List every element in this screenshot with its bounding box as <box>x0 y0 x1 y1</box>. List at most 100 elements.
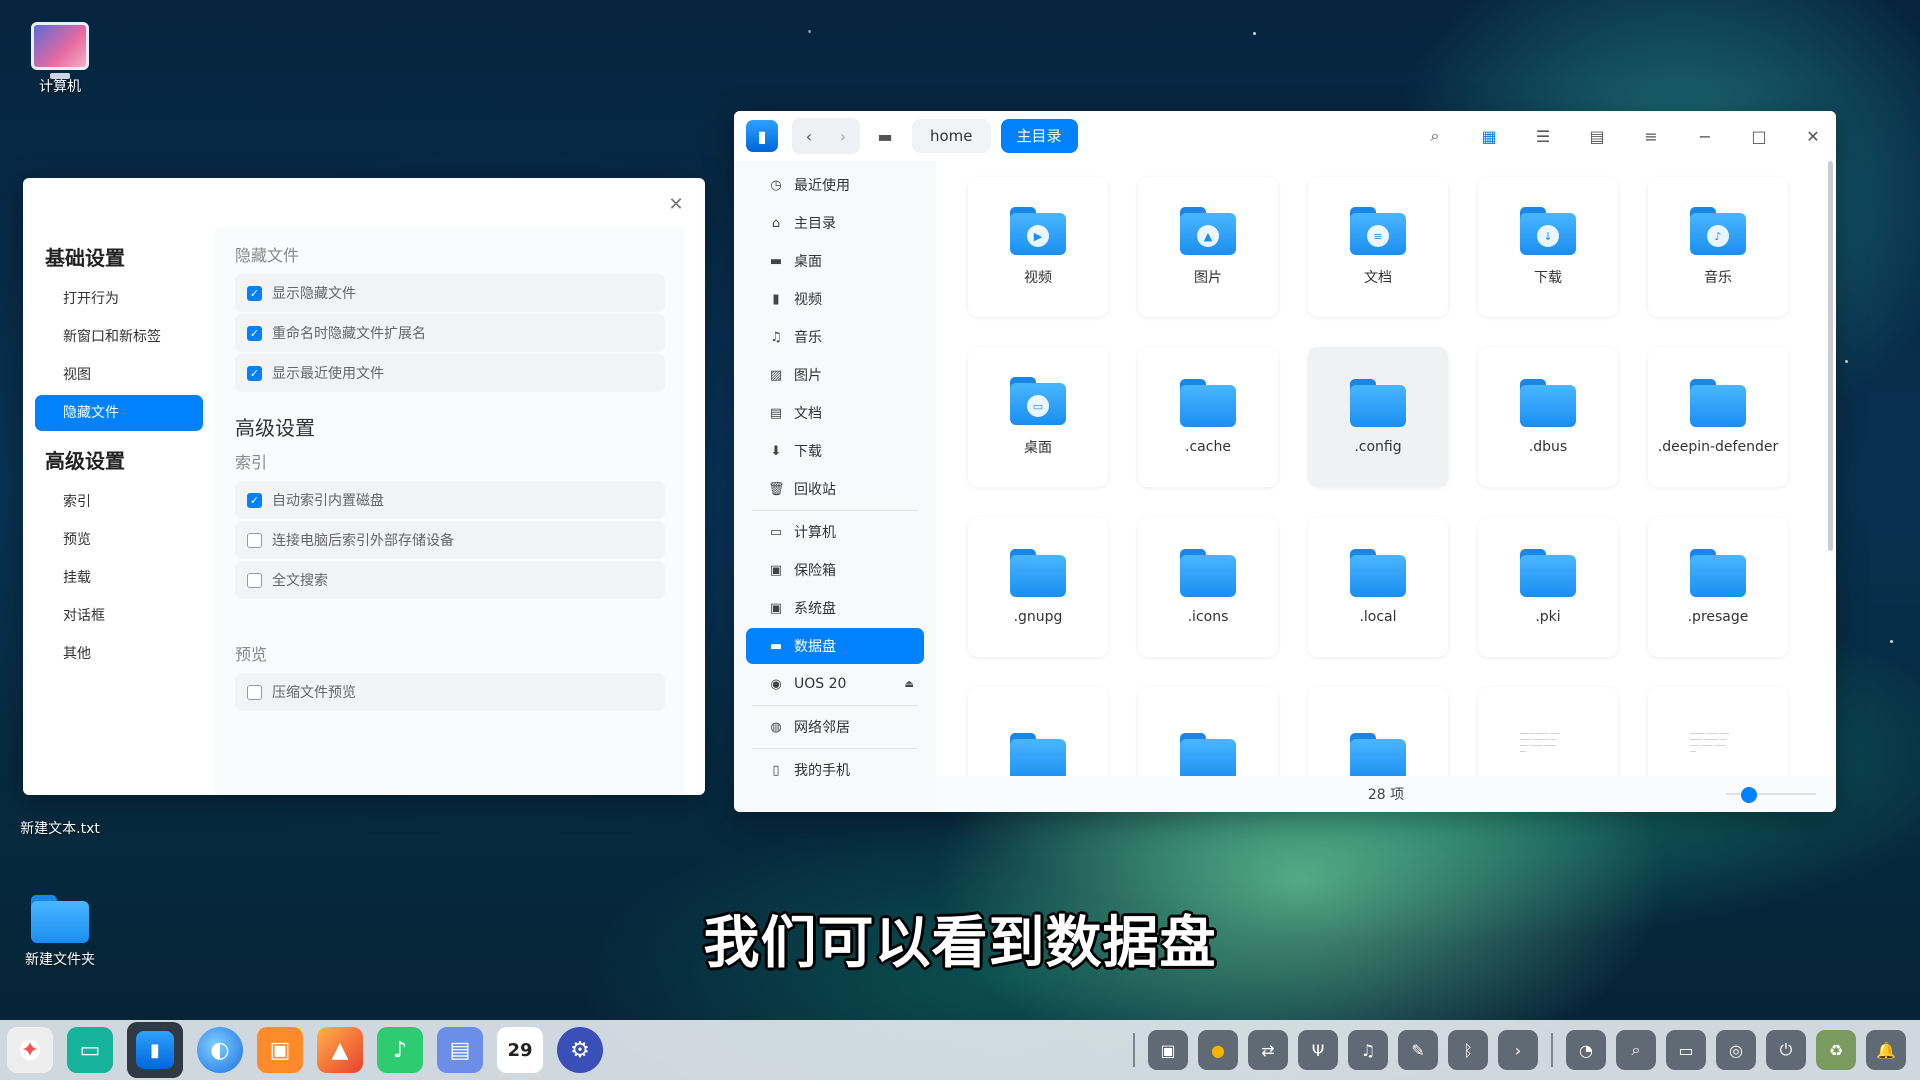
nav-item-hidden-files[interactable]: 隐藏文件 <box>35 395 203 431</box>
menu-icon[interactable]: ≡ <box>1636 121 1666 151</box>
file-item[interactable] <box>1308 687 1448 776</box>
sidebar-item[interactable]: ▣ 保险箱 <box>746 552 924 588</box>
file-item[interactable]: ▭ 桌面 <box>968 347 1108 487</box>
sidebar-item[interactable]: 🗑 回收站 <box>746 471 924 507</box>
checkbox-checked[interactable]: ✓ <box>247 365 262 381</box>
file-item[interactable]: ───── ──── ─── ──── ───── ── ─── ──── ────… <box>1478 687 1618 776</box>
nav-item-dialog[interactable]: 对话框 <box>35 598 203 634</box>
desktop-icon-computer[interactable]: 计算机 <box>0 22 120 96</box>
checkbox-checked[interactable]: ✓ <box>247 492 262 508</box>
close-icon[interactable]: ✕ <box>661 190 691 220</box>
sidebar-item[interactable]: ▨ 图片 <box>746 357 924 393</box>
multitask-icon[interactable]: ▭ <box>1666 1030 1706 1070</box>
disk-icon[interactable]: ▬ <box>870 121 900 151</box>
option-show-hidden[interactable]: ✓ 显示隐藏文件 <box>235 274 665 312</box>
search-icon[interactable]: ⌕ <box>1420 121 1450 151</box>
desktop-icon-new-text[interactable]: 新建文本.txt <box>0 812 120 838</box>
file-item[interactable] <box>968 687 1108 776</box>
maximize-icon[interactable]: □ <box>1744 121 1774 151</box>
sidebar-item[interactable]: ▣ 系统盘 <box>746 590 924 626</box>
eject-icon[interactable]: ⏏ <box>905 679 914 690</box>
nav-item-mount[interactable]: 挂载 <box>35 560 203 596</box>
forward-icon[interactable]: › <box>826 121 860 151</box>
option-index-external[interactable]: 连接电脑后索引外部存储设备 <box>235 521 665 559</box>
nav-item-other[interactable]: 其他 <box>35 636 203 672</box>
file-item[interactable]: .cache <box>1138 347 1278 487</box>
volume-icon[interactable]: ♫ <box>1348 1030 1388 1070</box>
contacts-icon[interactable]: ▤ <box>437 1027 483 1073</box>
sidebar-item[interactable]: ⌂ 主目录 <box>746 205 924 241</box>
checkbox-checked[interactable]: ✓ <box>247 325 262 341</box>
launcher-icon[interactable]: ✦ <box>7 1027 53 1073</box>
sidebar-item[interactable]: ⬇ 下载 <box>746 433 924 469</box>
file-item[interactable]: ≡ 文档 <box>1308 177 1448 317</box>
nav-item-view[interactable]: 视图 <box>35 357 203 393</box>
sidebar-item[interactable]: ▬ 数据盘 <box>746 628 924 664</box>
checkbox[interactable] <box>247 532 262 548</box>
breadcrumb-current[interactable]: 主目录 <box>1000 119 1078 153</box>
security-icon[interactable]: ● <box>1198 1030 1238 1070</box>
notification-icon[interactable]: 🔔 <box>1866 1030 1906 1070</box>
calendar-icon[interactable]: 29 <box>497 1027 543 1073</box>
checkbox[interactable] <box>247 684 262 700</box>
network-icon[interactable]: ◎ <box>1716 1030 1756 1070</box>
sidebar-item[interactable]: ◷ 最近使用 <box>746 167 924 203</box>
file-item[interactable]: .icons <box>1138 517 1278 657</box>
sidebar-item[interactable]: ♫ 音乐 <box>746 319 924 355</box>
file-item[interactable]: .deepin-defender <box>1648 347 1788 487</box>
file-item[interactable]: .dbus <box>1478 347 1618 487</box>
expand-icon[interactable]: › <box>1498 1030 1538 1070</box>
file-item[interactable]: ↓ 下载 <box>1478 177 1618 317</box>
bluetooth-icon[interactable]: ᛒ <box>1448 1030 1488 1070</box>
sidebar-item[interactable]: ◍ 网络邻居 <box>746 709 924 745</box>
list-view-icon[interactable]: ☰ <box>1528 121 1558 151</box>
detail-view-icon[interactable]: ▤ <box>1582 121 1612 151</box>
usb-icon[interactable]: Ψ <box>1298 1030 1338 1070</box>
nav-item-preview[interactable]: 预览 <box>35 522 203 558</box>
browser-icon[interactable]: ◐ <box>197 1027 243 1073</box>
file-item[interactable]: ▶ 视频 <box>968 177 1108 317</box>
file-item[interactable]: ▲ 图片 <box>1138 177 1278 317</box>
nav-item-new-window[interactable]: 新窗口和新标签 <box>35 319 203 355</box>
sidebar-item[interactable]: ▬ 桌面 <box>746 243 924 279</box>
power-icon[interactable]: ⏻ <box>1766 1030 1806 1070</box>
file-item[interactable]: ♪ 音乐 <box>1648 177 1788 317</box>
screenshot-icon[interactable]: ▣ <box>1148 1030 1188 1070</box>
minimize-icon[interactable]: − <box>1690 121 1720 151</box>
slider-knob[interactable] <box>1740 787 1757 803</box>
file-item[interactable]: .presage <box>1648 517 1788 657</box>
trash-icon[interactable]: ♻ <box>1816 1030 1856 1070</box>
option-hide-ext[interactable]: ✓ 重命名时隐藏文件扩展名 <box>235 314 665 352</box>
file-manager-dock-icon[interactable]: ▮ <box>127 1022 183 1078</box>
checkbox-checked[interactable]: ✓ <box>247 285 262 301</box>
sidebar-item[interactable]: ◉ UOS 20 ⏏ <box>746 666 924 702</box>
monitor-icon[interactable]: ◔ <box>1566 1030 1606 1070</box>
icon-view-icon[interactable]: ▦ <box>1474 121 1504 151</box>
scrollbar[interactable] <box>1828 161 1833 551</box>
option-fulltext-search[interactable]: 全文搜索 <box>235 561 665 599</box>
file-item[interactable]: .gnupg <box>968 517 1108 657</box>
option-show-recent[interactable]: ✓ 显示最近使用文件 <box>235 354 665 392</box>
file-item[interactable] <box>1138 687 1278 776</box>
app-store-icon[interactable]: ▣ <box>257 1027 303 1073</box>
file-item[interactable]: ───── ──── ─── ──── ───── ── ─── ──── ────… <box>1648 687 1788 776</box>
file-item[interactable]: .config <box>1308 347 1448 487</box>
checkbox[interactable] <box>247 572 262 588</box>
zoom-slider[interactable] <box>1726 787 1816 803</box>
sidebar-item[interactable]: ▤ 文档 <box>746 395 924 431</box>
nav-item-index[interactable]: 索引 <box>35 484 203 520</box>
settings-icon[interactable]: ⚙ <box>557 1027 603 1073</box>
file-item[interactable]: .pki <box>1478 517 1618 657</box>
search-icon[interactable]: ⌕ <box>1616 1030 1656 1070</box>
pen-icon[interactable]: ✎ <box>1398 1030 1438 1070</box>
sidebar-item[interactable]: ▭ 计算机 <box>746 514 924 550</box>
option-archive-preview[interactable]: 压缩文件预览 <box>235 673 665 711</box>
transfer-icon[interactable]: ⇄ <box>1248 1030 1288 1070</box>
breadcrumb-home[interactable]: home <box>912 119 991 153</box>
file-item[interactable]: .local <box>1308 517 1448 657</box>
back-icon[interactable]: ‹ <box>792 121 826 151</box>
terminal-icon[interactable]: ▭ <box>67 1027 113 1073</box>
nav-item-open-behavior[interactable]: 打开行为 <box>35 281 203 317</box>
music-icon[interactable]: ♪ <box>377 1027 423 1073</box>
option-auto-index[interactable]: ✓ 自动索引内置磁盘 <box>235 481 665 519</box>
